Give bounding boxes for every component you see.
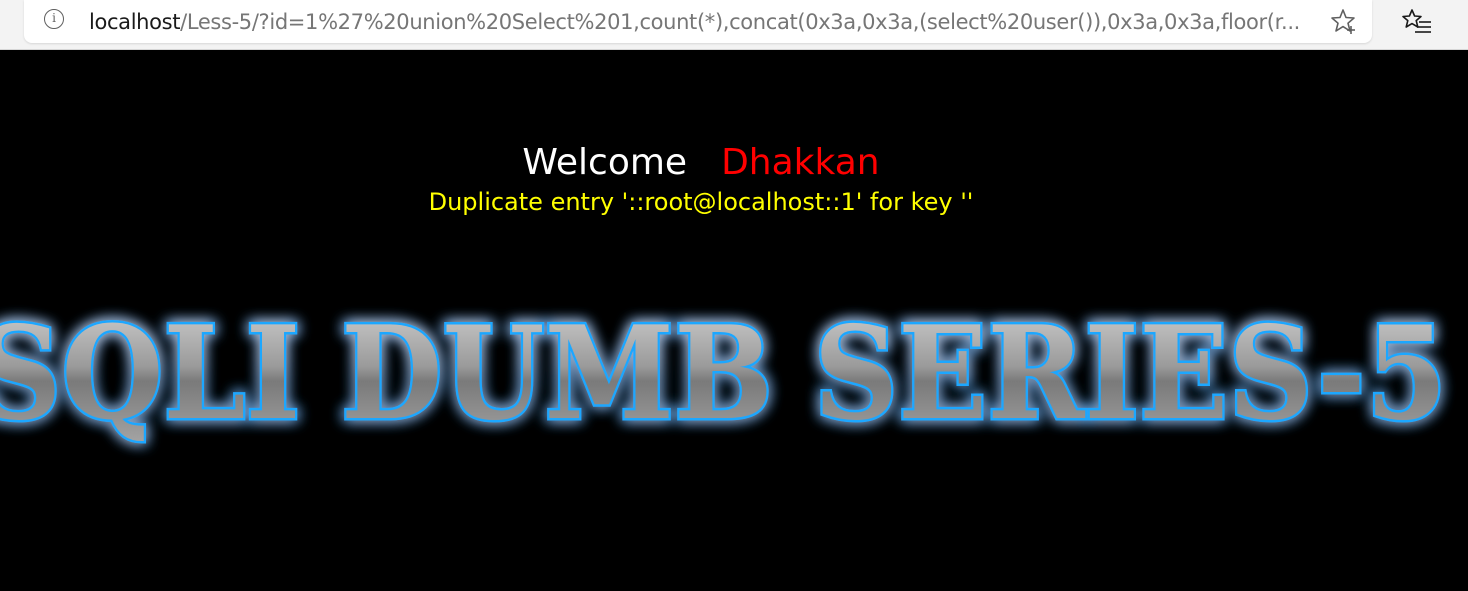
- url-path: /Less-5/?id=1%27%20union%20Select%201,co…: [180, 10, 1300, 34]
- url-field[interactable]: localhost/Less-5/?id=1%27%20union%20Sele…: [89, 8, 1314, 36]
- info-icon[interactable]: i: [44, 9, 64, 29]
- url-host: localhost: [89, 10, 181, 34]
- address-bar[interactable]: i localhost/Less-5/?id=1%27%20union%20Se…: [24, 0, 1372, 43]
- page-content: Welcome Dhakkan Duplicate entry '::root@l…: [0, 50, 1468, 591]
- welcome-heading: Welcome Dhakkan: [0, 141, 1402, 185]
- sql-error-message: Duplicate entry '::root@localhost::1' fo…: [428, 188, 974, 216]
- welcome-label: Welcome: [522, 142, 688, 183]
- favorites-list-icon[interactable]: [1402, 7, 1432, 37]
- banner-logo: SQLI DUMB SERIES-5: [0, 297, 1450, 452]
- star-plus-icon[interactable]: [1330, 7, 1358, 35]
- browser-toolbar: i localhost/Less-5/?id=1%27%20union%20Se…: [0, 0, 1468, 50]
- banner-title: SQLI DUMB SERIES-5: [0, 299, 1447, 449]
- user-name: Dhakkan: [721, 142, 880, 183]
